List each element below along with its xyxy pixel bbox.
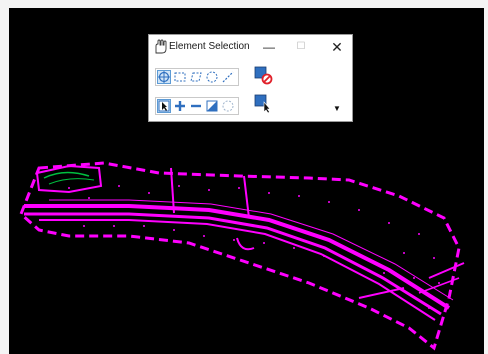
dialog-titlebar[interactable]: Element Selection — ☐ ✕ xyxy=(149,35,352,59)
close-button[interactable]: ✕ xyxy=(325,37,349,57)
dialog-title: Element Selection xyxy=(169,41,250,52)
maximize-button[interactable]: ☐ xyxy=(289,37,313,57)
selection-hand-icon xyxy=(155,39,167,54)
circle-method-icon[interactable] xyxy=(205,70,219,84)
shape-method-icon[interactable] xyxy=(189,70,203,84)
dropdown-arrow-icon[interactable]: ▼ xyxy=(333,104,341,113)
clear-selection-icon[interactable] xyxy=(253,65,273,85)
add-mode-icon[interactable] xyxy=(173,99,187,113)
select-all-elements-icon[interactable] xyxy=(253,93,273,113)
individual-method-icon[interactable] xyxy=(157,70,171,84)
new-mode-icon[interactable] xyxy=(157,99,171,113)
subtract-mode-icon[interactable] xyxy=(189,99,203,113)
block-method-icon[interactable] xyxy=(173,70,187,84)
line-method-icon[interactable] xyxy=(221,70,235,84)
invert-mode-icon[interactable] xyxy=(205,99,219,113)
mode-group xyxy=(155,97,239,115)
minimize-button[interactable]: — xyxy=(257,37,281,57)
element-selection-dialog: Element Selection — ☐ ✕ ▼ xyxy=(148,34,353,122)
mode-toolbar xyxy=(155,97,239,115)
method-group xyxy=(155,68,239,86)
method-toolbar xyxy=(155,68,239,86)
select-all-mode-icon[interactable] xyxy=(221,99,235,113)
